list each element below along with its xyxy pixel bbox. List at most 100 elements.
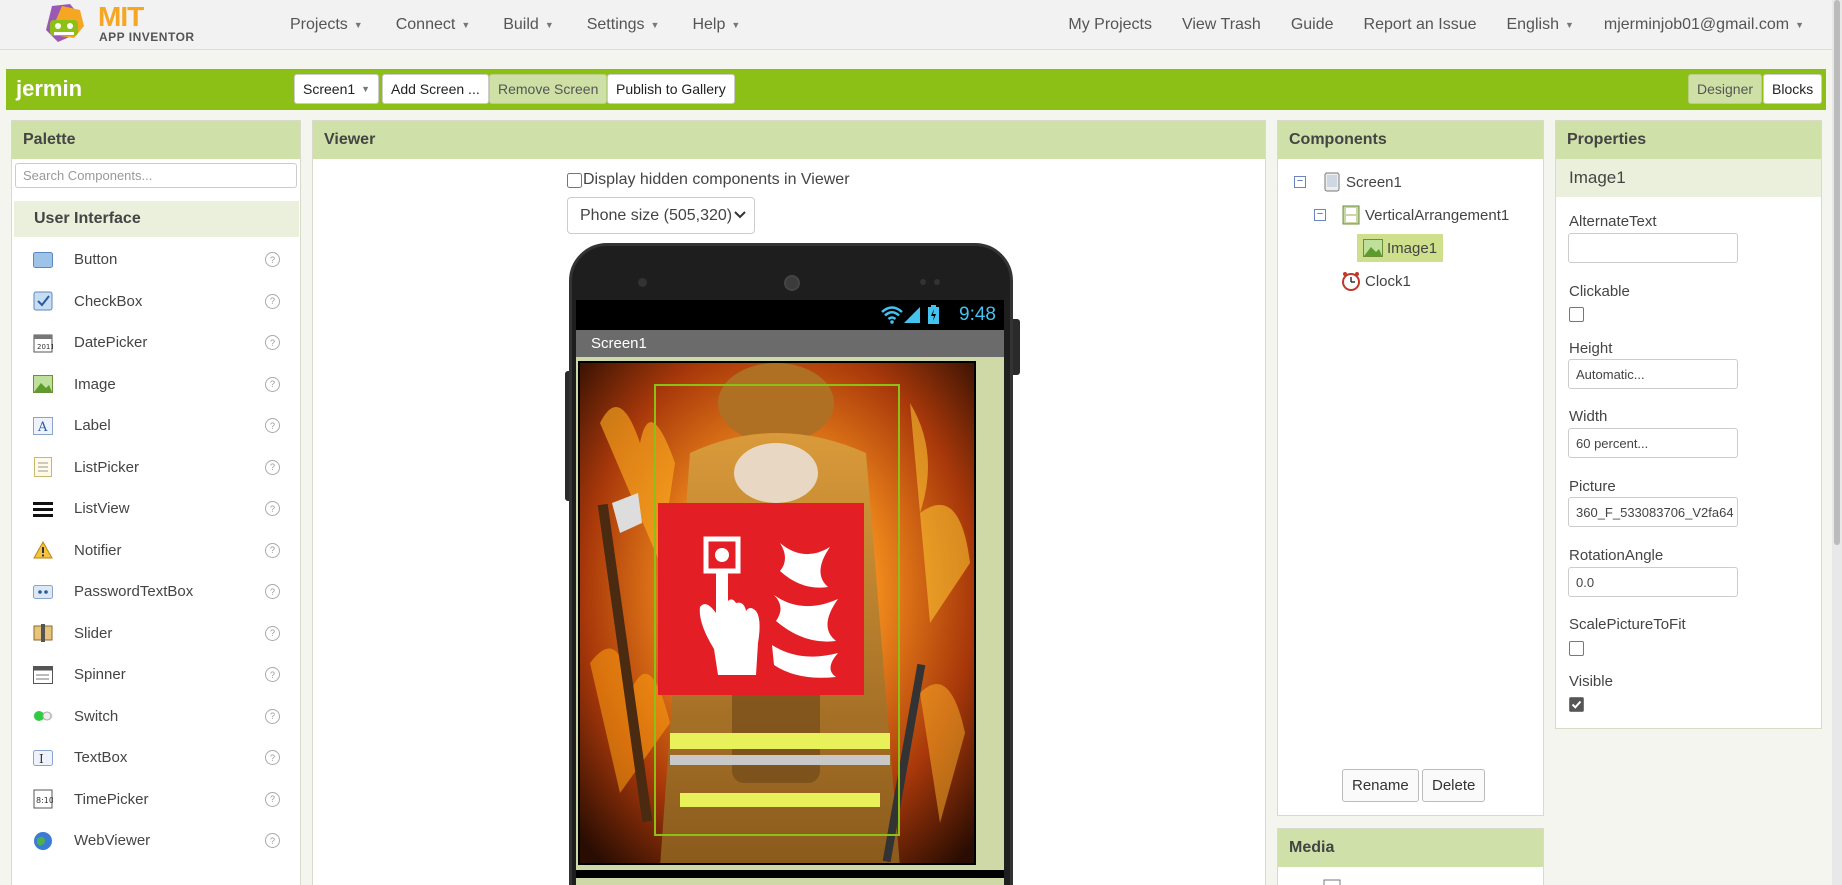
designer-button[interactable]: Designer [1688,74,1763,104]
help-icon[interactable]: ? [265,750,280,765]
account-links: My Projects View Trash Guide Report an I… [1038,0,1804,50]
palette-item-label[interactable]: A Label ? [16,405,297,447]
svg-text:I: I [39,752,44,766]
palette-item-label: Image [74,375,116,393]
delete-button[interactable]: Delete [1422,769,1486,802]
rename-button[interactable]: Rename [1342,769,1419,802]
menu-settings[interactable]: Settings ▼ [587,16,660,34]
blocks-button[interactable]: Blocks [1763,74,1823,104]
help-icon[interactable]: ? [265,252,280,267]
help-icon[interactable]: ? [265,791,280,807]
palette-item-webviewer[interactable]: WebViewer ? [16,820,297,862]
project-toolbar: jermin Screen1 ▼ Add Screen ... Remove Sc… [6,69,1826,110]
help-icon[interactable]: ? [265,833,280,848]
menu-build-label: Build [503,16,539,33]
publish-gallery-button[interactable]: Publish to Gallery [607,74,735,104]
display-hidden-checkbox[interactable] [567,172,582,188]
properties-panel: Properties Image1 AlternateText Clickabl… [1555,120,1822,729]
tree-item-image1[interactable]: Image1 [1357,234,1444,262]
help-icon[interactable]: ? [265,501,280,516]
palette-item-label: Label [74,417,111,435]
picture-input[interactable]: 360_F_533083706_V2fa64 [1568,497,1738,527]
caret-down-icon: ▼ [1564,20,1574,30]
width-input[interactable]: 60 percent... [1568,428,1738,458]
rotation-angle-label: RotationAngle [1569,547,1664,564]
project-name: jermin [16,76,83,101]
palette-item-spinner[interactable]: Spinner ? [16,654,297,696]
alternate-text-input[interactable] [1568,233,1738,263]
rotation-angle-input[interactable]: 0.0 [1568,567,1738,597]
viewer-panel: Viewer Display hidden components in View… [312,120,1266,885]
view-trash-link[interactable]: View Trash [1182,16,1261,34]
palette-item-notifier[interactable]: Notifier ? [16,530,297,572]
my-projects-link[interactable]: My Projects [1068,16,1152,34]
height-input[interactable]: Automatic... [1568,359,1738,389]
collapse-icon[interactable]: − [1294,176,1306,188]
help-icon[interactable]: ? [265,418,280,433]
palette-item-datepicker[interactable]: 2011 DatePicker ? [16,322,297,364]
help-icon[interactable]: ? [265,335,280,350]
menu-help[interactable]: Help ▼ [692,16,740,34]
account-menu[interactable]: mjerminjob01@gmail.com ▼ [1604,16,1804,34]
tree-item-screen1[interactable]: Screen1 [1322,172,1402,192]
menu-projects[interactable]: Projects ▼ [290,16,363,34]
media-file-icon [1323,879,1341,885]
slider-icon [32,622,54,644]
help-icon[interactable]: ? [265,293,280,309]
collapse-icon[interactable]: − [1314,209,1326,221]
search-components-input[interactable] [15,163,297,188]
palette-item-checkbox[interactable]: CheckBox ? [16,281,297,323]
logo-app-inventor-text: APP INVENTOR [99,30,195,44]
palette-item-label: TimePicker [74,790,149,808]
phone-size-select[interactable]: Phone size (505,320) [567,197,755,234]
palette-item-slider[interactable]: Slider ? [16,613,297,655]
alternate-text-label: AlternateText [1569,213,1657,230]
palette-item-button[interactable]: Button ? [16,239,297,281]
app-inventor-logo[interactable]: MIT APP INVENTOR [40,0,200,48]
display-hidden-option[interactable]: Display hidden components in Viewer [567,171,850,189]
tree-item-clock1[interactable]: Clock1 [1341,271,1411,291]
help-icon[interactable]: ? [265,584,280,599]
palette-item-label: Slider [74,624,113,642]
guide-link[interactable]: Guide [1291,16,1334,34]
language-menu[interactable]: English ▼ [1506,16,1573,34]
screen-select-button[interactable]: Screen1 ▼ [294,74,380,104]
palette-item-textbox[interactable]: I TextBox ? [16,737,297,779]
palette-item-listpicker[interactable]: ListPicker ? [16,447,297,489]
menu-settings-label: Settings [586,16,645,33]
palette-item-passwordtextbox[interactable]: PasswordTextBox ? [16,571,297,613]
logo-hex-icon [46,4,84,42]
palette-item-label: Switch [74,707,119,725]
scale-picture-checkbox[interactable] [1569,641,1584,656]
menu-connect[interactable]: Connect ▼ [396,16,471,34]
media-title: Media [1278,829,1543,867]
page-scrollbar[interactable] [1832,0,1842,885]
palette-item-timepicker[interactable]: 8:10 TimePicker ? [16,779,297,821]
help-icon[interactable]: ? [265,667,280,682]
help-icon[interactable]: ? [265,708,280,724]
palette-item-label: PasswordTextBox [74,583,194,601]
palette-item-image[interactable]: Image ? [16,364,297,406]
phone-sensor-icon [920,279,926,285]
category-user-interface[interactable]: User Interface [14,201,299,237]
scrollbar-thumb[interactable] [1834,0,1840,545]
height-label: Height [1569,340,1613,357]
palette-item-switch[interactable]: Switch ? [16,696,297,738]
help-icon[interactable]: ? [265,376,280,392]
account-email: mjerminjob01@gmail.com [1603,16,1790,33]
wifi-icon [881,306,903,324]
checkbox-icon [32,290,54,312]
report-issue-link[interactable]: Report an Issue [1364,16,1477,34]
listview-icon [32,498,54,520]
tree-item-verticalarrangement1[interactable]: VerticalArrangement1 [1341,205,1509,225]
label-icon: A [32,415,54,437]
remove-screen-button[interactable]: Remove Screen [489,74,608,104]
help-icon[interactable]: ? [265,459,280,475]
help-icon[interactable]: ? [265,542,280,558]
add-screen-button[interactable]: Add Screen ... [382,74,489,104]
menu-build[interactable]: Build ▼ [503,16,554,34]
palette-item-listview[interactable]: ListView ? [16,488,297,530]
help-icon[interactable]: ? [265,625,280,641]
clickable-checkbox[interactable] [1569,307,1584,322]
visible-checkbox[interactable] [1569,697,1584,712]
